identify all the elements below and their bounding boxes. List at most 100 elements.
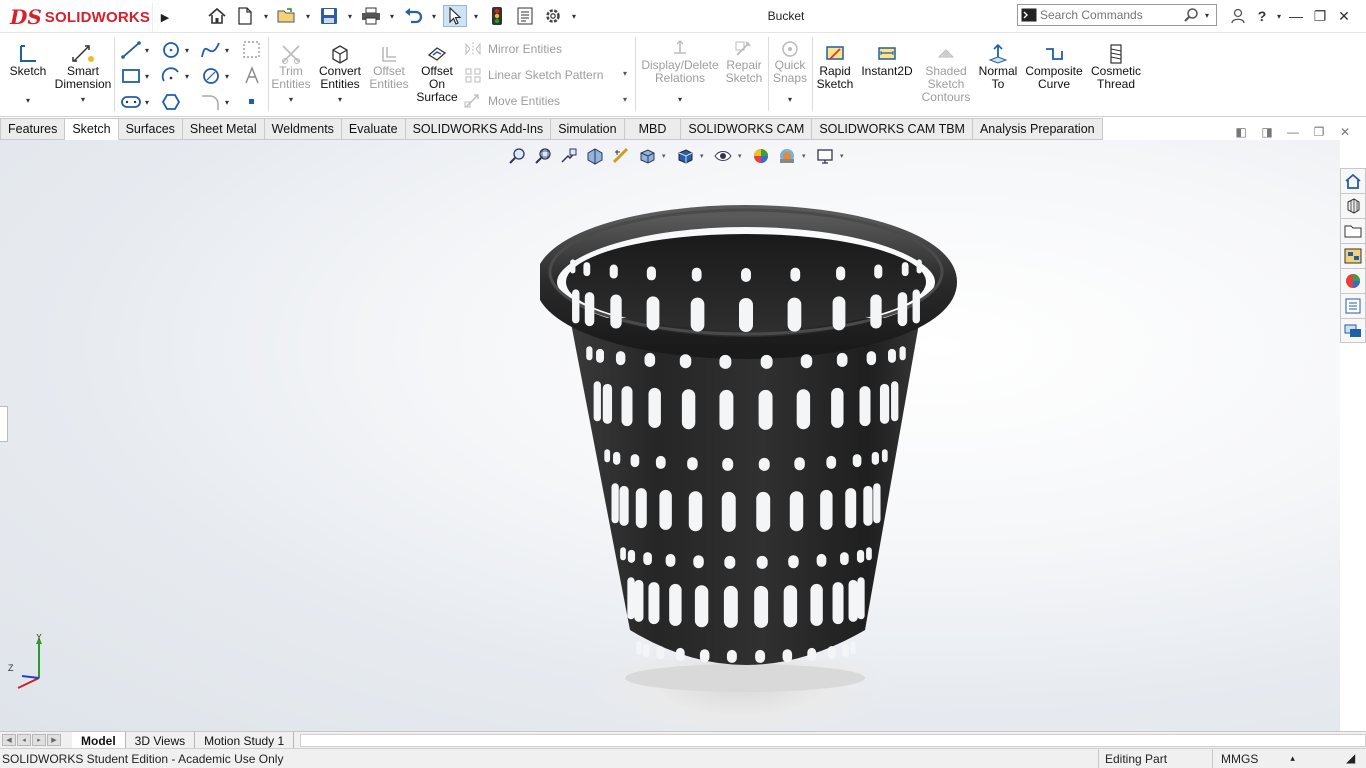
fillet-tool[interactable]: ▾: [200, 91, 238, 113]
sketch-button[interactable]: Sketch ▾: [8, 35, 48, 107]
help-icon[interactable]: ?: [1250, 4, 1274, 28]
pattern-dropdown-icon[interactable]: ▾: [623, 69, 627, 78]
cosmetic-thread-button[interactable]: Cosmetic Thread: [1088, 35, 1144, 91]
view-orientation-icon[interactable]: [636, 146, 658, 166]
appearances-scenes-icon[interactable]: [1340, 268, 1366, 293]
next-tab-arrow-icon[interactable]: ▸: [32, 734, 46, 746]
offset-entities-button[interactable]: Offset Entities: [368, 35, 410, 91]
rebuild-traffic-light-icon[interactable]: [485, 5, 509, 27]
undo-dropdown-icon[interactable]: ▾: [429, 12, 439, 21]
tab-model[interactable]: Model: [72, 732, 126, 749]
solidworks-resources-home-icon[interactable]: [1340, 168, 1366, 193]
move-dropdown-icon[interactable]: ▾: [623, 95, 627, 104]
previous-view-icon[interactable]: [558, 146, 580, 166]
status-bar-end-icon[interactable]: ◢: [1346, 751, 1355, 765]
apply-scene-icon[interactable]: [776, 146, 798, 166]
tab-features[interactable]: Features: [0, 118, 66, 140]
help-dropdown-icon[interactable]: ▾: [1274, 12, 1284, 21]
user-icon[interactable]: [1226, 4, 1250, 28]
zoom-to-area-icon[interactable]: [532, 146, 554, 166]
instant2d-button[interactable]: Instant2D: [860, 35, 914, 78]
view-palette-icon[interactable]: [1340, 243, 1366, 268]
pane-left-icon[interactable]: ◧: [1232, 124, 1250, 140]
tab-solidworks-cam-tbm[interactable]: SOLIDWORKS CAM TBM: [812, 118, 973, 140]
sketch-picture-tool[interactable]: [242, 39, 264, 61]
edit-appearance-icon[interactable]: [750, 146, 772, 166]
viewport-minimize-icon[interactable]: —: [1284, 124, 1302, 140]
normal-to-button[interactable]: Normal To: [976, 35, 1020, 91]
trim-entities-button[interactable]: Trim Entities ▾: [270, 35, 312, 106]
text-tool[interactable]: [242, 65, 264, 87]
viewport-close-icon[interactable]: ✕: [1336, 124, 1354, 140]
mirror-entities-button[interactable]: Mirror Entities: [464, 41, 562, 57]
hide-show-dropdown-icon[interactable]: ▾: [738, 152, 746, 160]
tab-area-scrollbar[interactable]: [300, 734, 1366, 747]
quick-snaps-dropdown-icon[interactable]: ▾: [788, 93, 792, 106]
polygon-tool[interactable]: [160, 91, 198, 113]
slot-tool[interactable]: ▾: [120, 91, 158, 113]
restore-icon[interactable]: ❐: [1308, 4, 1332, 28]
move-entities-button[interactable]: Move Entities: [464, 93, 560, 109]
new-dropdown-icon[interactable]: ▾: [261, 12, 271, 21]
last-tab-arrow-icon[interactable]: ▶: [47, 734, 61, 746]
viewport-restore-icon[interactable]: ❐: [1310, 124, 1328, 140]
bucket-model[interactable]: [540, 200, 960, 700]
feature-manager-toggle-handle[interactable]: [0, 406, 8, 442]
search-icon[interactable]: [1180, 7, 1202, 23]
display-delete-relations-button[interactable]: Display/Delete Relations ▾: [640, 35, 720, 106]
shaded-sketch-contours-button[interactable]: Shaded Sketch Contours: [918, 35, 974, 104]
tab-simulation[interactable]: Simulation: [551, 118, 625, 140]
spline-tool[interactable]: ▾: [200, 39, 238, 61]
view-settings-dropdown-icon[interactable]: ▾: [840, 152, 848, 160]
menu-expand-arrow-icon[interactable]: ▶: [155, 6, 175, 28]
circle-tool[interactable]: ▾: [160, 39, 198, 61]
arc-tool[interactable]: ▾: [160, 65, 198, 87]
tab-motion-study-1[interactable]: Motion Study 1: [195, 732, 295, 749]
view-settings-icon[interactable]: [814, 146, 836, 166]
tab-mbd[interactable]: MBD: [624, 118, 682, 140]
repair-sketch-button[interactable]: Repair Sketch: [722, 35, 766, 85]
undo-icon[interactable]: [401, 5, 425, 27]
rectangle-tool[interactable]: ▾: [120, 65, 158, 87]
options-gear-icon[interactable]: [541, 5, 565, 27]
convert-entities-button[interactable]: Convert Entities ▾: [316, 35, 364, 106]
print-dropdown-icon[interactable]: ▾: [387, 12, 397, 21]
tab-surfaces[interactable]: Surfaces: [118, 118, 183, 140]
new-document-icon[interactable]: [233, 5, 257, 27]
display-style-dropdown-icon[interactable]: ▾: [700, 152, 708, 160]
view-orientation-dropdown-icon[interactable]: ▾: [662, 152, 670, 160]
tab-solidworks-add-ins[interactable]: SOLIDWORKS Add-Ins: [405, 118, 552, 140]
linear-sketch-pattern-button[interactable]: Linear Sketch Pattern: [464, 67, 603, 83]
command-prompt-icon[interactable]: [1018, 5, 1040, 25]
section-view-icon[interactable]: [584, 146, 606, 166]
apply-scene-dropdown-icon[interactable]: ▾: [802, 152, 810, 160]
minimize-icon[interactable]: —: [1284, 4, 1308, 28]
tab-solidworks-cam[interactable]: SOLIDWORKS CAM: [681, 118, 813, 140]
tab-weldments[interactable]: Weldments: [264, 118, 342, 140]
solidworks-forum-icon[interactable]: [1340, 318, 1366, 343]
convert-dropdown-icon[interactable]: ▾: [338, 93, 342, 106]
design-library-icon[interactable]: [1340, 193, 1366, 218]
save-dropdown-icon[interactable]: ▾: [345, 12, 355, 21]
quick-snaps-button[interactable]: Quick Snaps ▾: [770, 35, 810, 106]
unit-system-selector[interactable]: MMGS ▴: [1212, 749, 1342, 768]
tab-evaluate[interactable]: Evaluate: [341, 118, 406, 140]
home-icon[interactable]: [205, 5, 229, 27]
rapid-sketch-button[interactable]: Rapid Sketch: [814, 35, 856, 91]
file-explorer-icon[interactable]: [1340, 218, 1366, 243]
print-icon[interactable]: [359, 5, 383, 27]
open-dropdown-icon[interactable]: ▾: [303, 12, 313, 21]
hide-show-items-icon[interactable]: [712, 146, 734, 166]
offset-on-surface-button[interactable]: Offset On Surface: [414, 35, 460, 104]
file-properties-icon[interactable]: [513, 5, 537, 27]
close-icon[interactable]: ✕: [1332, 4, 1356, 28]
line-tool[interactable]: ▾: [120, 39, 158, 61]
relations-dropdown-icon[interactable]: ▾: [678, 93, 682, 106]
open-folder-icon[interactable]: [275, 5, 299, 27]
trim-dropdown-icon[interactable]: ▾: [289, 93, 293, 106]
select-pointer-icon[interactable]: [443, 5, 467, 27]
search-input[interactable]: [1040, 8, 1180, 22]
graphics-area[interactable]: ▾ ▾ ▾ ▾ ▾ Y Z: [0, 140, 1340, 731]
ellipse-tool[interactable]: ▾: [200, 65, 238, 87]
tab-sheet-metal[interactable]: Sheet Metal: [182, 118, 265, 140]
